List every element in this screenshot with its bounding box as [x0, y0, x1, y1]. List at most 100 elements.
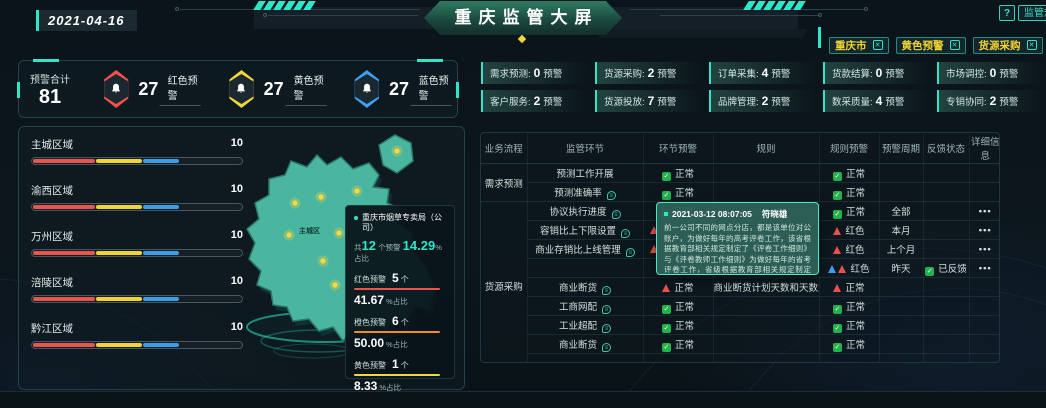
check-icon: ✓	[832, 209, 842, 219]
region-bar	[31, 249, 243, 257]
title-marker-icon	[517, 34, 527, 44]
check-icon: ✓	[832, 190, 842, 200]
bell-icon	[112, 83, 120, 93]
memo-icon[interactable]: ≡	[611, 209, 621, 219]
deco-dot	[263, 13, 267, 17]
rules-button[interactable]: 监管规则	[1018, 5, 1046, 21]
detail-dots[interactable]: •••	[969, 258, 999, 278]
bullet-icon	[664, 212, 668, 216]
warning-triangle-icon	[833, 246, 842, 254]
warning-summary-panel: 预警合计 81 27 红色预警 27 黄色预警 27 蓝色预警	[17, 59, 463, 118]
title-wing-right	[602, 7, 798, 29]
check-icon: ✓	[661, 171, 671, 181]
check-icon: ✓	[661, 342, 671, 352]
memo-icon[interactable]: ≡	[602, 342, 611, 352]
detail-dots[interactable]	[969, 296, 999, 316]
memo-icon[interactable]: ≡	[602, 323, 611, 333]
stat-cell[interactable]: 数采质量: 4 预警	[823, 90, 929, 112]
stat-cell[interactable]: 需求预测: 0 预警	[481, 62, 587, 84]
map-tooltip-item: 黄色预警 1 个 8.33 %占比	[354, 357, 446, 393]
group-cell: 需求预测	[481, 163, 528, 202]
title-wing-left	[254, 7, 444, 29]
deco-stripes-right	[743, 1, 806, 10]
detail-dots[interactable]	[969, 334, 999, 354]
deco-line	[660, 15, 820, 16]
help-button[interactable]: ?	[999, 5, 1015, 21]
check-icon: ✓	[661, 323, 671, 333]
table-row[interactable]: 商业断货 ≡ ✓ 正常 ✓ 正常	[481, 334, 999, 354]
table-row[interactable]: 工业超配 ≡ ✓ 正常 ✓ 正常	[481, 315, 999, 335]
tooltip-arrow-icon	[818, 237, 819, 247]
detail-dots[interactable]	[969, 163, 999, 183]
warning-triangle-icon	[662, 284, 671, 292]
filter-tag-city[interactable]: 重庆市 ✕	[829, 36, 889, 54]
table-header-cell: 业务流程	[481, 133, 528, 164]
total-warnings-value: 81	[38, 85, 62, 108]
region-map-panel: 主城区域10 渝西区域10 万州区域10 涪陵区域10 黔江区域10	[18, 126, 465, 393]
stat-cell[interactable]: 货款结算: 0 预警	[823, 62, 929, 84]
detail-dots[interactable]	[969, 315, 999, 335]
table-row[interactable]: 工商网配 ≡ ✓ 正常 ✓ 正常	[481, 296, 999, 316]
group-cell: 货源采购	[481, 201, 528, 362]
detail-dots[interactable]: •••	[969, 201, 999, 221]
memo-icon[interactable]: ≡	[602, 304, 611, 314]
red-warning-badge: 27 红色预警	[103, 70, 212, 108]
region-bar	[31, 157, 243, 165]
table-header-cell: 环节预警	[643, 133, 714, 164]
filter-accent-bar	[818, 27, 821, 48]
stat-cell[interactable]: 订单采集: 4 预警	[709, 62, 815, 84]
filter-tag-warning-level[interactable]: 黄色预警 ✕	[895, 36, 966, 54]
check-icon: ✓	[661, 190, 671, 200]
region-bar	[31, 203, 243, 211]
filter-tag-close-icon[interactable]: ✕	[1026, 40, 1037, 50]
warning-triangle-icon	[838, 265, 847, 273]
table-header-cell: 预警周期	[879, 133, 924, 164]
table-header-cell: 监管环节	[527, 133, 644, 164]
table-header-cell: 规则预警	[819, 133, 880, 164]
bell-icon	[237, 83, 246, 93]
stat-cell[interactable]: 客户服务: 2 预警	[481, 90, 587, 112]
stat-cell[interactable]: 专销协同: 2 预警	[937, 90, 1043, 112]
table-row[interactable]: 需求预测 预测工作开展 ✓ 正常 ✓ 正常	[481, 163, 999, 202]
warning-triangle-icon	[833, 227, 842, 235]
table-row[interactable]: 预测准确率 ≡ ✓ 正常 ✓ 正常	[481, 182, 999, 202]
memo-icon[interactable]: ≡	[621, 228, 630, 238]
alert-name: 符晓雄	[761, 209, 788, 219]
stat-cell[interactable]: 市场调控: 0 预警	[937, 62, 1043, 84]
memo-icon[interactable]: ≡	[606, 190, 616, 200]
detail-dots[interactable]	[969, 277, 999, 297]
date-chip: 2021-04-16	[36, 10, 137, 31]
check-icon: ✓	[832, 171, 842, 181]
deco-dot	[864, 7, 868, 11]
memo-icon[interactable]: ≡	[602, 285, 611, 295]
dashboard-root: 2021-04-16 重庆监管大屏 ? 监管规则 重庆市 ✕ 黄色预警 ✕ 货源…	[0, 0, 1046, 408]
deco-stripes-left	[253, 1, 316, 10]
detail-dots[interactable]: •••	[969, 239, 999, 259]
check-icon: ✓	[832, 304, 842, 314]
stat-cell[interactable]: 货源投放: 7 预警	[595, 90, 701, 112]
table-header-row: 业务流程 监管环节 环节预警 规则 规则预警 预警周期 反馈状态 详细信息	[481, 133, 999, 164]
table-row[interactable]: 商业断货≡ 正常 商业断货计划天数和天数汇总 正常	[481, 277, 999, 297]
alert-body: 前一公司不同的网点分店，都是该单位对公账户，为做好每年的高考评卷工作，该省根据教…	[664, 223, 811, 274]
filter-tag-close-icon[interactable]: ✕	[872, 40, 883, 50]
region-row: 渝西区域 10	[31, 183, 243, 211]
stat-cell[interactable]: 货源采购: 2 预警	[595, 62, 701, 84]
region-bar	[31, 295, 243, 303]
stat-cell[interactable]: 品牌管理: 2 预警	[709, 90, 815, 112]
check-icon: ✓	[832, 323, 842, 333]
yellow-warning-badge: 27 黄色预警	[228, 70, 338, 108]
filter-tag-process[interactable]: 货源采购 ✕	[972, 36, 1043, 54]
detail-dots[interactable]	[969, 182, 999, 202]
footer-band	[0, 391, 1046, 408]
table-header-cell: 详细信息	[969, 133, 999, 164]
filter-tag-close-icon[interactable]: ✕	[949, 40, 960, 50]
deco-dot	[175, 7, 179, 11]
bell-icon	[363, 83, 371, 93]
region-row: 涪陵区域 10	[31, 275, 243, 303]
title-swoosh	[597, 29, 808, 38]
detail-dots[interactable]: •••	[969, 220, 999, 240]
total-warnings-label: 预警合计	[29, 74, 70, 86]
map-tooltip-item: 橙色预警 6 个 50.00 %占比	[354, 314, 446, 350]
table-header-cell: 规则	[713, 133, 820, 164]
memo-icon[interactable]: ≡	[625, 247, 635, 257]
